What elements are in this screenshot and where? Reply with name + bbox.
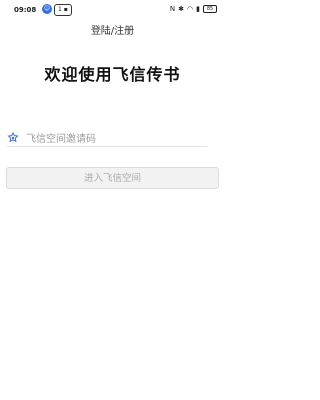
invite-code-icon xyxy=(7,132,19,143)
notification-count: 1 ▪ xyxy=(54,4,72,16)
signal-icon: ▮ xyxy=(196,5,200,13)
enter-space-button[interactable]: 进入飞信空间 xyxy=(6,167,219,189)
status-bar: 09:08 ☺ 1 ▪ N ✱ ◠ ▮ 85 xyxy=(0,0,225,20)
battery-icon: 85 xyxy=(203,5,217,13)
page-title: 欢迎使用飞信传书 xyxy=(44,65,181,84)
status-icons: N ✱ ◠ ▮ 85 xyxy=(170,5,217,13)
status-time: 09:08 xyxy=(14,6,37,14)
nfc-icon: N xyxy=(169,5,176,13)
invite-code-row xyxy=(7,132,207,147)
invite-code-input[interactable] xyxy=(26,132,206,146)
login-register-link[interactable]: 登陆/注册 xyxy=(0,22,225,37)
wifi-icon: ◠ xyxy=(187,5,194,13)
user-badge-icon: ☺ xyxy=(42,4,52,14)
bluetooth-icon: ✱ xyxy=(178,5,185,13)
